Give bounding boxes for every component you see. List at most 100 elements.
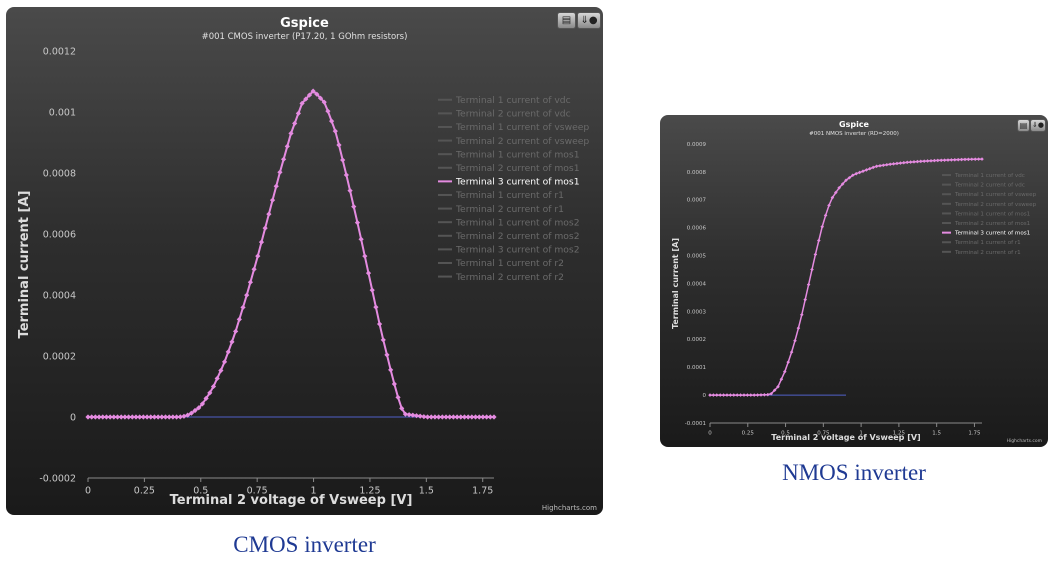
legend-item: Terminal 2 current of mos1: [954, 221, 1031, 227]
legend-item: Terminal 2 current of mos1: [455, 163, 580, 174]
data-point-marker: [273, 183, 279, 189]
cmos-caption: CMOS inverter: [233, 532, 376, 557]
legend-item: Terminal 2 current of r1: [455, 204, 564, 215]
data-point-marker: [919, 159, 923, 164]
data-point-marker: [244, 292, 250, 298]
print-icon[interactable]: ▤: [1017, 119, 1030, 132]
data-point-marker: [953, 157, 957, 162]
data-point-marker: [735, 393, 739, 397]
data-point-marker: [391, 381, 397, 387]
data-point-marker: [902, 160, 906, 165]
data-point-marker: [395, 394, 401, 400]
data-point-marker: [759, 393, 763, 397]
legend-item: Terminal 2 current of mos2: [455, 231, 580, 242]
data-point-marker: [225, 349, 231, 355]
y-tick-label: 0.0008: [687, 170, 707, 176]
data-point-marker: [922, 159, 926, 163]
legend-item: Terminal 1 current of r1: [954, 240, 1021, 246]
data-point-marker: [946, 158, 950, 162]
cmos-chart-panel: Gspice #001 CMOS inverter (P17.20, 1 GOhm…: [6, 7, 603, 515]
y-tick-label: 0.0004: [43, 290, 76, 301]
data-point-marker: [373, 304, 379, 310]
data-point-marker: [786, 360, 790, 364]
data-point-marker: [898, 161, 903, 165]
data-point-marker: [939, 158, 943, 163]
data-point-marker: [936, 158, 940, 163]
data-point-marker: [347, 188, 353, 194]
data-point-marker: [803, 297, 807, 302]
legend-item: Terminal 1 current of r2: [455, 258, 564, 269]
y-tick-label: 0.0008: [43, 168, 76, 179]
data-point-marker: [878, 163, 882, 168]
data-point-marker: [708, 393, 712, 397]
data-point-marker: [963, 157, 967, 162]
data-point-marker: [810, 267, 814, 272]
data-point-marker: [959, 157, 964, 162]
data-point-marker: [813, 252, 818, 257]
legend-item: Terminal 2 current of vsweep: [455, 136, 589, 147]
x-tick-label: 0.25: [742, 431, 755, 437]
data-point-marker: [332, 128, 338, 134]
data-point-marker: [925, 159, 930, 163]
data-point-marker: [891, 162, 896, 166]
y-tick-label: 0.001: [49, 107, 76, 118]
data-point-marker: [251, 266, 257, 272]
data-point-marker: [277, 169, 283, 175]
data-point-marker: [354, 219, 361, 226]
y-axis-title: Terminal current [A]: [671, 238, 680, 329]
y-tick-label: 0: [70, 412, 76, 423]
x-tick-label: 0: [85, 486, 91, 497]
data-point-marker: [295, 110, 301, 116]
legend-item: Terminal 1 current of vdc: [954, 173, 1025, 179]
chart-title: Gspice: [839, 120, 870, 129]
y-tick-label: 0.0007: [687, 198, 707, 204]
y-tick-label: 0.0003: [687, 309, 707, 315]
chart-subtitle: #001 CMOS inverter (P17.20, 1 GOhm resis…: [202, 32, 408, 42]
data-point-marker: [351, 204, 357, 210]
x-axis-title: Terminal 2 voltage of Vsweep [V]: [170, 493, 413, 508]
data-point-marker: [258, 239, 265, 245]
data-point-marker: [732, 393, 736, 397]
legend-item: Terminal 1 current of vsweep: [455, 122, 589, 133]
data-point-marker: [966, 157, 971, 162]
data-point-marker: [749, 393, 753, 397]
export-icon[interactable]: ⇓●: [1030, 119, 1046, 132]
data-point-marker: [728, 393, 733, 397]
data-point-marker: [973, 157, 977, 161]
data-point-marker: [752, 393, 756, 397]
data-point-marker: [715, 393, 719, 397]
nmos-chart-svg: Gspice #001 NMOS inverter (RD=2000) -0.000…: [671, 120, 1042, 444]
print-icon[interactable]: ▤: [557, 12, 576, 29]
data-point-marker: [491, 414, 497, 420]
credits-label: Highcharts.com: [1007, 438, 1042, 444]
data-point-marker: [362, 253, 368, 259]
chart-title: Gspice: [280, 16, 329, 31]
data-point-marker: [789, 350, 794, 354]
data-point-marker: [365, 270, 372, 276]
data-point-marker: [288, 130, 294, 136]
data-point-marker: [240, 304, 246, 310]
data-point-marker: [721, 393, 726, 397]
nmos-caption: NMOS inverter: [782, 460, 926, 485]
export-icon[interactable]: ⇓●: [577, 12, 601, 29]
data-point-marker: [247, 279, 253, 285]
data-point-marker: [793, 338, 797, 343]
data-point-marker: [976, 157, 981, 161]
x-tick-label: 1.5: [932, 431, 941, 437]
cmos-chart-svg: Gspice#001 CMOS inverter (P17.20, 1 GOhm…: [17, 16, 597, 512]
data-point-marker: [905, 160, 909, 165]
data-point-marker: [915, 159, 920, 164]
legend-item: Terminal 2 current of vdc: [455, 109, 571, 120]
data-point-marker: [980, 157, 984, 161]
data-point-marker: [932, 158, 937, 163]
x-tick-label: 1.5: [419, 486, 434, 497]
data-point-marker: [742, 393, 746, 397]
data-point-marker: [895, 161, 899, 166]
data-point-marker: [369, 287, 375, 293]
data-point-marker: [292, 120, 298, 126]
chart-subtitle: #001 NMOS inverter (RD=2000): [809, 131, 899, 137]
data-point-marker: [711, 393, 716, 397]
data-point-marker: [885, 162, 889, 167]
data-point-marker: [343, 172, 349, 178]
legend-item: Terminal 2 current of r2: [455, 272, 564, 283]
